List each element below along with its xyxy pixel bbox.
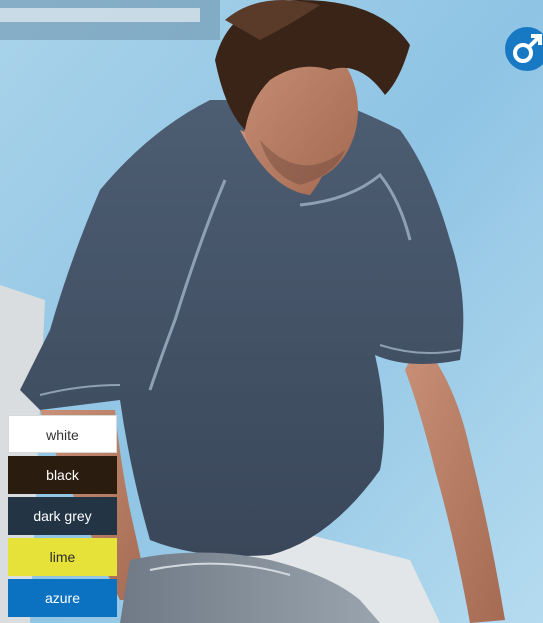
swatch-dark-grey[interactable]: dark grey <box>8 497 117 535</box>
male-symbol-icon <box>505 27 543 71</box>
swatch-white[interactable]: white <box>8 415 117 453</box>
male-symbol-badge <box>505 27 543 71</box>
swatch-lime[interactable]: lime <box>8 538 117 576</box>
color-swatch-list: white black dark grey lime azure <box>8 415 117 617</box>
swatch-black[interactable]: black <box>8 456 117 494</box>
product-image-frame: white black dark grey lime azure <box>0 0 543 623</box>
swatch-azure[interactable]: azure <box>8 579 117 617</box>
